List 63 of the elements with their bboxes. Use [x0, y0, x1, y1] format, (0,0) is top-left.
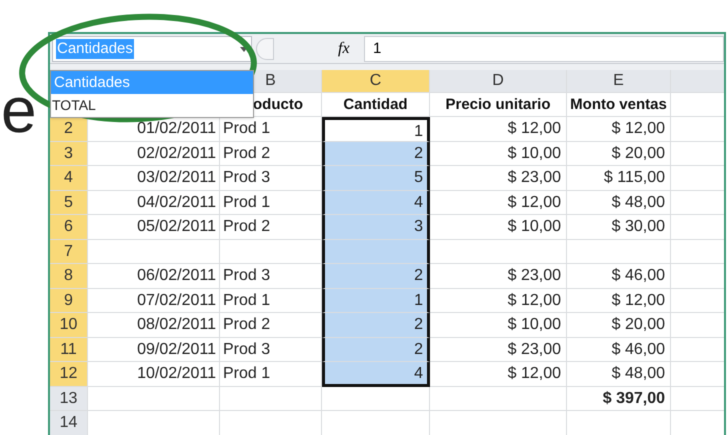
column-heading-cell: Precio unitario: [430, 93, 567, 117]
formula-field[interactable]: 1: [364, 36, 724, 62]
column-header[interactable]: D: [430, 70, 567, 93]
table-cell: $ 12,00: [430, 362, 567, 386]
row-header: 6: [50, 215, 88, 240]
table-cell: $ 10,00: [430, 215, 567, 240]
row-header: 13: [50, 386, 88, 411]
table-cell: $ 23,00: [430, 166, 567, 190]
row-header: 9: [50, 288, 88, 313]
table-cell: 04/02/2011: [88, 190, 220, 215]
table-cell: 09/02/2011: [88, 338, 220, 362]
table-cell: 1: [322, 117, 430, 142]
table-cell: $ 23,00: [430, 338, 567, 362]
row-header: 4: [50, 166, 88, 190]
function-label[interactable]: fx: [338, 37, 364, 61]
table-cell: $ 46,00: [567, 264, 671, 288]
table-cell: $ 48,00: [567, 362, 671, 386]
table-cell: 08/02/2011: [88, 313, 220, 338]
row-header: 2: [50, 117, 88, 142]
table-cell: 5: [322, 166, 430, 190]
table-cell: $ 115,00: [567, 166, 671, 190]
row-header: 11: [50, 338, 88, 362]
table-cell: 05/02/2011: [88, 215, 220, 240]
table-cell: $ 20,00: [567, 142, 671, 166]
table-cell: 02/02/2011: [88, 142, 220, 166]
table-cell: 1: [322, 288, 430, 313]
table-cell: $ 30,00: [567, 215, 671, 240]
table-cell: 4: [322, 362, 430, 386]
total-cell: $ 397,00: [567, 386, 671, 411]
row-header: 14: [50, 411, 88, 435]
table-cell: $ 12,00: [430, 190, 567, 215]
row-header: 8: [50, 264, 88, 288]
table-cell: 07/02/2011: [88, 288, 220, 313]
slide-text: e: [1, 78, 37, 142]
table-cell: 2: [322, 338, 430, 362]
table-cell: $ 12,00: [430, 117, 567, 142]
column-heading-cell: Monto ventas: [567, 93, 671, 117]
table-cell: $ 23,00: [430, 264, 567, 288]
column-header[interactable]: C: [322, 70, 430, 93]
table-cell: 2: [322, 313, 430, 338]
table-cell: 2: [322, 264, 430, 288]
table-cell: 03/02/2011: [88, 166, 220, 190]
row-header: 10: [50, 313, 88, 338]
table-cell: $ 48,00: [567, 190, 671, 215]
column-header[interactable]: E: [567, 70, 671, 93]
table-cell: 10/02/2011: [88, 362, 220, 386]
table-cell: 06/02/2011: [88, 264, 220, 288]
row-header: 3: [50, 142, 88, 166]
row-header: 5: [50, 190, 88, 215]
table-cell: 2: [322, 142, 430, 166]
formula-cancel-button[interactable]: [256, 38, 274, 60]
table-cell: $ 46,00: [567, 338, 671, 362]
table-cell: $ 10,00: [430, 313, 567, 338]
dropdown-caret-icon: [240, 46, 248, 52]
table-cell: $ 20,00: [567, 313, 671, 338]
row-header: 12: [50, 362, 88, 386]
table-cell: 3: [322, 215, 430, 240]
table-cell: $ 12,00: [567, 117, 671, 142]
table-cell: $ 12,00: [567, 288, 671, 313]
table-cell: $ 12,00: [430, 288, 567, 313]
table-cell: $ 10,00: [430, 142, 567, 166]
row-header: 7: [50, 240, 88, 264]
table-cell: 4: [322, 190, 430, 215]
